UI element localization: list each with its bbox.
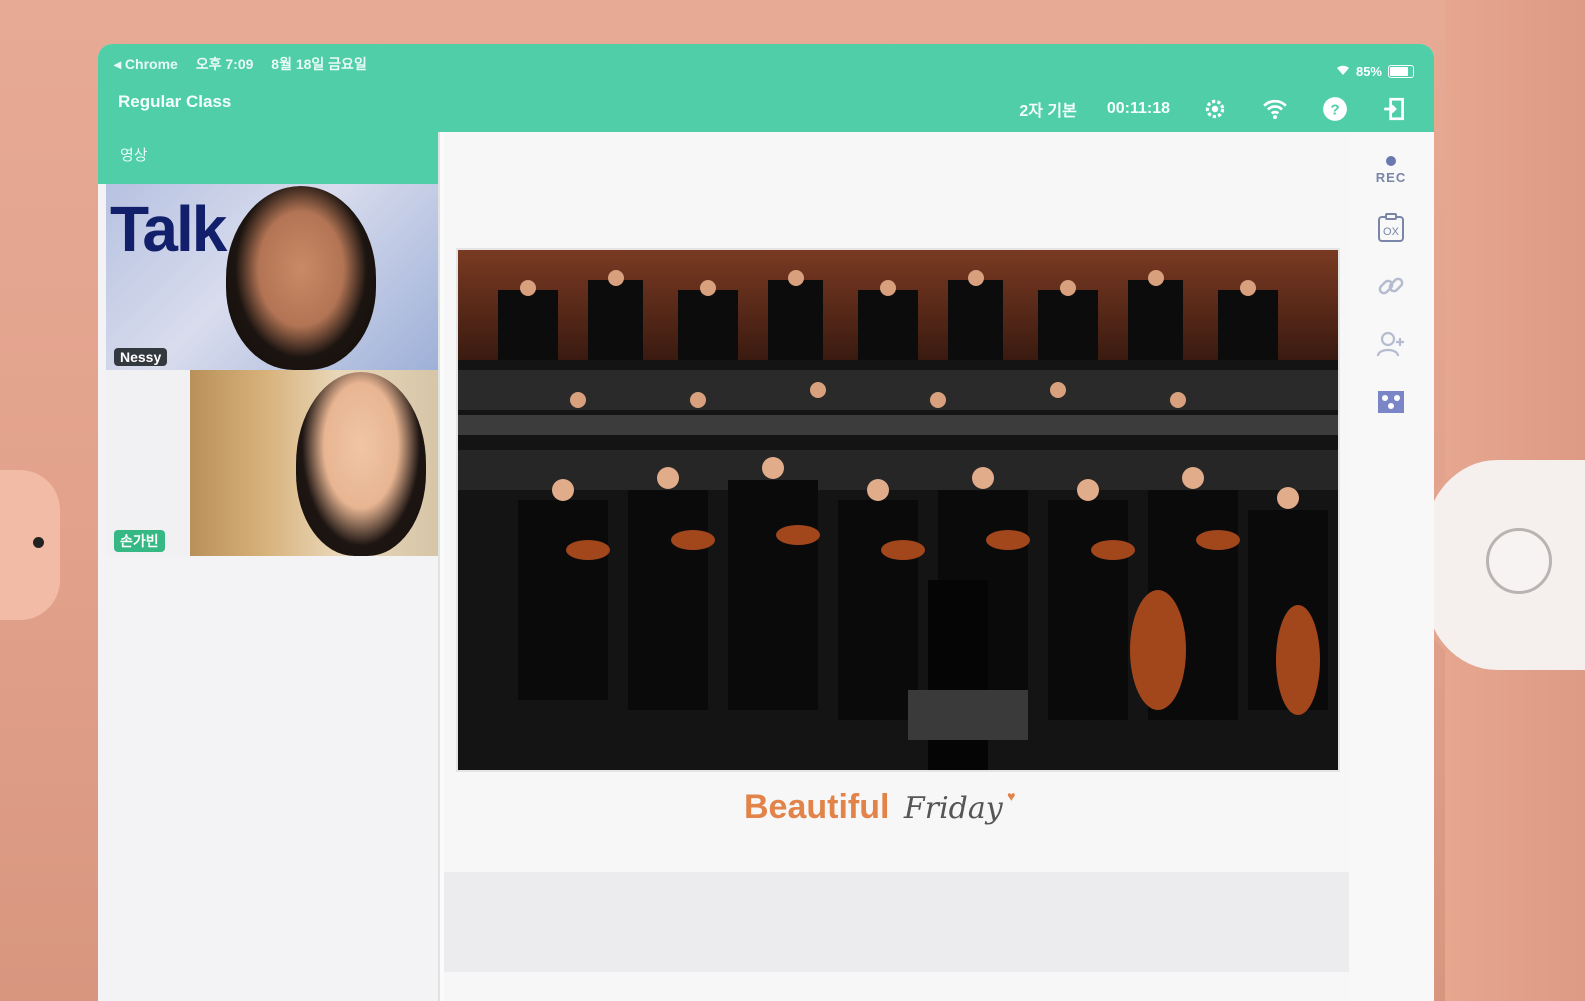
status-time: 오후 7:09 xyxy=(195,56,254,72)
add-user-icon xyxy=(1376,331,1404,357)
record-dot-icon xyxy=(1386,155,1396,166)
tool-rail: REC OX xyxy=(1349,132,1434,1001)
svg-text:OX: OX xyxy=(1383,226,1400,238)
slide-footer xyxy=(444,872,1349,972)
class-title: Regular Class xyxy=(118,92,232,111)
back-to-app[interactable]: ◂ Chrome xyxy=(114,56,178,72)
video-tile-teacher[interactable]: Talk Nessy xyxy=(106,184,438,370)
app-header: ◂ Chrome 오후 7:09 8월 18일 금요일 85% Regular … xyxy=(98,44,1434,132)
status-date: 8월 18일 금요일 xyxy=(271,56,367,72)
layout-icon xyxy=(1378,391,1404,413)
participant-name-tag: Nessy xyxy=(114,348,168,366)
rec-label: REC xyxy=(1375,169,1407,185)
add-user-button[interactable] xyxy=(1371,324,1411,364)
heart-icon: ♥ xyxy=(1007,788,1016,804)
tablet-case: ◂ Chrome 오후 7:09 8월 18일 금요일 85% Regular … xyxy=(0,0,1585,1001)
camera-hole xyxy=(33,537,44,548)
home-button[interactable] xyxy=(1486,528,1552,594)
status-bar: ◂ Chrome 오후 7:09 8월 18일 금요일 xyxy=(114,54,381,74)
status-wifi-icon xyxy=(1336,64,1350,79)
class-timer: 00:11:18 xyxy=(1106,100,1170,117)
video-tile-student[interactable]: 손가빈 xyxy=(106,370,438,556)
video-tab[interactable]: 영상 xyxy=(98,132,438,184)
svg-text:?: ? xyxy=(1330,101,1339,118)
exit-icon[interactable] xyxy=(1380,94,1410,124)
orchestra-photo xyxy=(456,248,1340,772)
tablet-screen: ◂ Chrome 오후 7:09 8월 18일 금요일 85% Regular … xyxy=(98,44,1434,1001)
gear-icon[interactable] xyxy=(1200,94,1230,124)
layout-button[interactable] xyxy=(1371,382,1411,422)
status-indicators: 85% xyxy=(1336,64,1414,79)
link-icon xyxy=(1378,277,1404,295)
banner-text: Talk xyxy=(110,193,227,265)
ox-quiz-button[interactable]: OX xyxy=(1371,208,1411,248)
caption-bold-text: Beautiful xyxy=(744,788,890,826)
link-button[interactable] xyxy=(1371,266,1411,306)
ox-quiz-icon: OX xyxy=(1378,213,1404,242)
help-icon[interactable]: ? xyxy=(1320,94,1350,124)
student-video xyxy=(296,372,426,556)
video-panel: 영상 Talk Nessy 손가빈 xyxy=(98,132,440,1001)
whiteboard[interactable]: Beautiful Friday ♥ xyxy=(444,132,1349,1001)
orchestra-photo-drawing xyxy=(458,250,1338,770)
participant-name-tag: 손가빈 xyxy=(114,530,165,552)
class-mode[interactable]: 2자 기본 xyxy=(1019,97,1077,121)
battery-percent: 85% xyxy=(1355,64,1382,79)
slide-caption: Beautiful Friday ♥ xyxy=(744,788,1015,827)
rec-button[interactable]: REC xyxy=(1371,150,1411,190)
battery-icon xyxy=(1388,65,1414,78)
case-bumper-left xyxy=(0,470,60,620)
header-controls: 2자 기본 00:11:18 ? xyxy=(1019,94,1410,124)
teacher-video xyxy=(226,186,376,370)
wifi-icon[interactable] xyxy=(1260,94,1290,124)
caption-script-text: Friday xyxy=(903,791,1003,826)
